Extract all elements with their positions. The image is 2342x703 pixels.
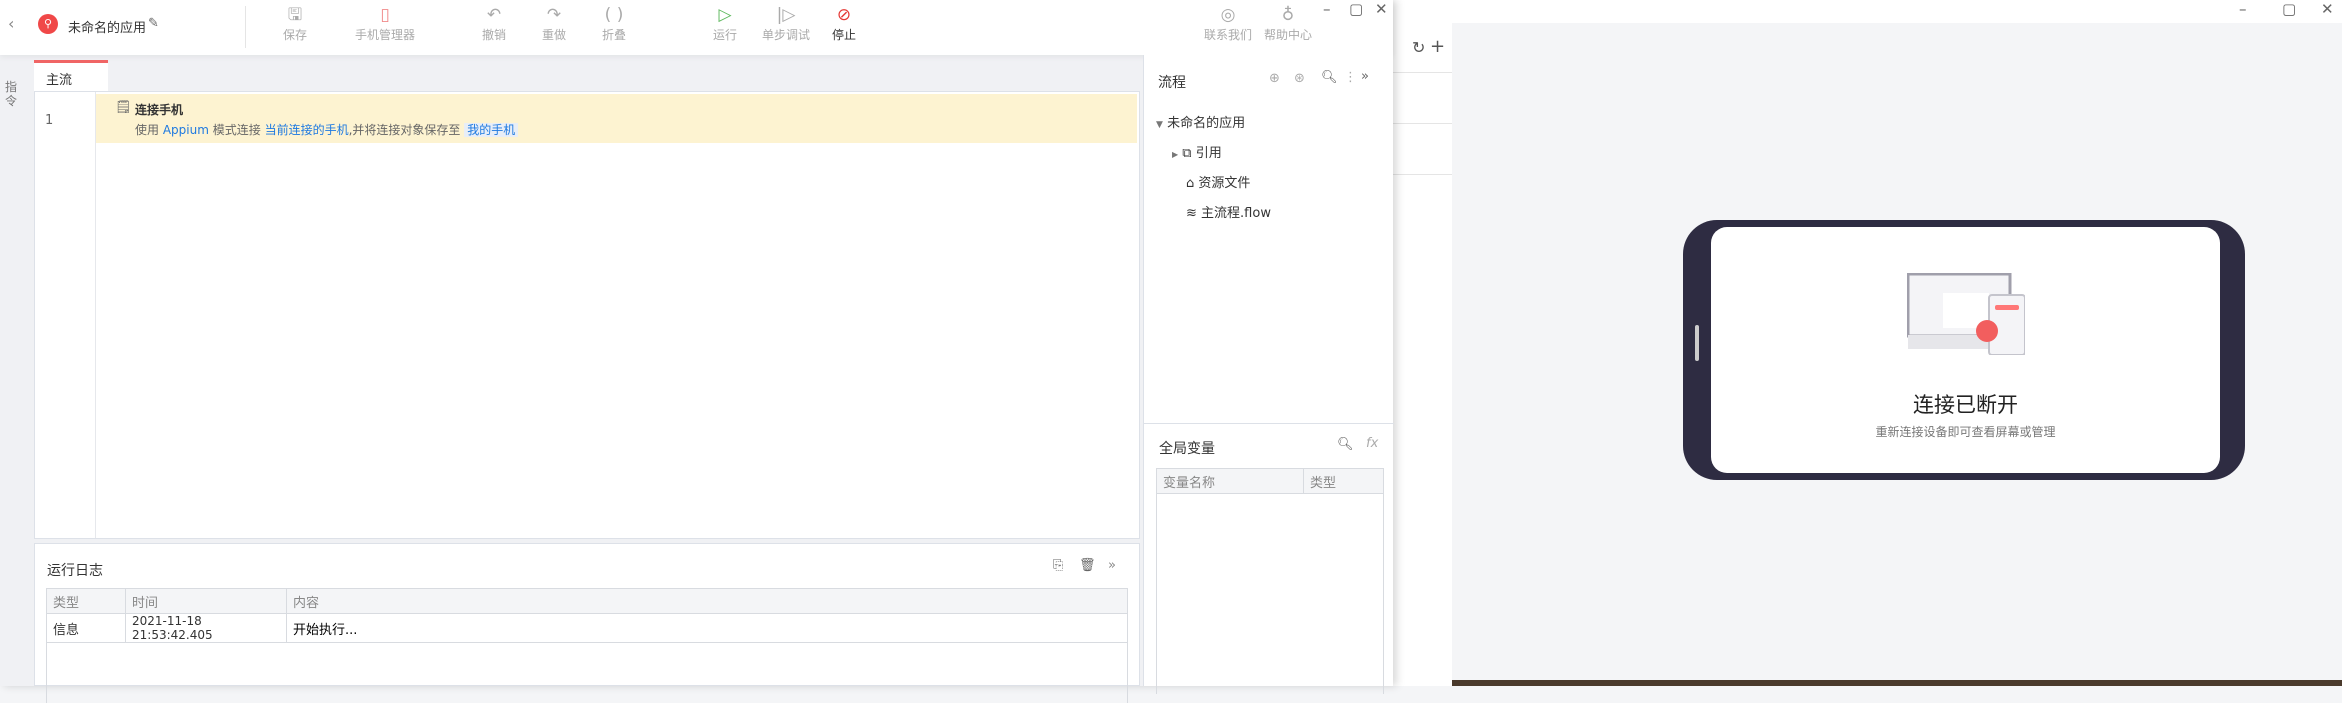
step-debug-icon: |▷ bbox=[776, 5, 796, 25]
step-debug-button[interactable]: |▷ 单步调试 bbox=[762, 4, 810, 43]
stop-button[interactable]: ⊘ 停止 bbox=[832, 4, 856, 43]
resource-icon: ⌂ bbox=[1186, 176, 1195, 191]
log-title: 运行日志 bbox=[47, 563, 103, 579]
maximize-icon[interactable]: ▢ bbox=[1349, 0, 1363, 18]
disconnected-illustration-icon bbox=[1907, 273, 2025, 355]
contact-icon: ◎ bbox=[1220, 5, 1236, 25]
fold-button[interactable]: ( ) 折叠 bbox=[602, 4, 626, 43]
tree-root[interactable]: ▼ 未命名的应用 bbox=[1156, 112, 1245, 131]
undo-icon: ↶ bbox=[486, 5, 502, 25]
globals-title: 全局变量 bbox=[1159, 441, 1215, 457]
app-logo-icon: ⚲ bbox=[38, 14, 58, 34]
editor-window: ‹ ⚲ 未命名的应用 ✎ 🖫 保存 ▯ 手机管理器 ↶ 撤销 ↷ 重做 ( ) 折叠 ▷ 运… bbox=[0, 0, 1394, 703]
block-icon: 🗒 bbox=[115, 100, 132, 115]
tab-main-flow[interactable]: 主流程.flow ✕ bbox=[34, 60, 108, 122]
app-title: 未命名的应用 bbox=[68, 21, 147, 36]
add-flow-icon[interactable]: ⊕ bbox=[1269, 71, 1280, 86]
divider bbox=[245, 6, 246, 48]
add-icon[interactable]: + bbox=[1430, 36, 1445, 57]
stop-icon: ⊘ bbox=[836, 5, 852, 25]
fold-icon: ( ) bbox=[604, 5, 624, 25]
sidebar-commands[interactable]: 指令 bbox=[5, 80, 19, 108]
help-button[interactable]: ♁ 帮助中心 bbox=[1264, 4, 1312, 43]
my-phone-var[interactable]: 我的手机 bbox=[464, 123, 519, 137]
minimize-icon[interactable]: – bbox=[2239, 0, 2247, 18]
collapse-panel-icon[interactable]: » bbox=[1361, 69, 1369, 84]
search-variables-icon[interactable]: 🔍︎ bbox=[1337, 437, 1354, 452]
phone-manager-icon: ▯ bbox=[380, 5, 390, 25]
save-button[interactable]: 🖫 保存 bbox=[283, 4, 307, 43]
run-icon: ▷ bbox=[718, 5, 732, 25]
divider bbox=[1144, 423, 1394, 424]
current-phone-link[interactable]: 当前连接的手机 bbox=[265, 123, 349, 137]
reference-icon: ⧉ bbox=[1182, 146, 1192, 161]
phone-manager-button[interactable]: ▯ 手机管理器 bbox=[355, 4, 415, 43]
more-icon[interactable]: ⋮ bbox=[1344, 70, 1357, 85]
device-view: 连接已断开 重新连接设备即可查看屏幕或管理 bbox=[1452, 23, 2342, 680]
back-icon[interactable]: ‹ bbox=[8, 14, 14, 33]
redo-icon: ↷ bbox=[546, 5, 562, 25]
phone-screen: 连接已断开 重新连接设备即可查看屏幕或管理 bbox=[1711, 227, 2220, 473]
search-icon[interactable]: 🔍︎ bbox=[1321, 70, 1338, 85]
help-icon: ♁ bbox=[1281, 5, 1295, 25]
flow-block-connect-phone[interactable]: 🗒 连接手机 使用 Appium 模式连接 当前连接的手机,并将连接对象保存至 … bbox=[96, 94, 1137, 143]
log-table: 类型 时间 内容 信息 2021-11-18 21:53:42.405 开始执行... bbox=[46, 588, 1128, 703]
contact-button[interactable]: ◎ 联系我们 bbox=[1204, 4, 1252, 43]
add-variable-icon[interactable]: fx bbox=[1366, 436, 1378, 451]
tree-item-references[interactable]: ▶ ⧉ 引用 bbox=[1172, 142, 1222, 161]
close-icon[interactable]: ✕ bbox=[2321, 0, 2334, 18]
redo-button[interactable]: ↷ 重做 bbox=[542, 4, 566, 43]
disconnected-subtitle: 重新连接设备即可查看屏幕或管理 bbox=[1875, 425, 2056, 439]
add-python-icon[interactable]: ⊛ bbox=[1294, 71, 1305, 86]
refresh-icon[interactable]: ↻ bbox=[1412, 38, 1425, 57]
close-icon[interactable]: ✕ bbox=[1375, 0, 1388, 18]
run-log-panel: 运行日志 ⎘ 🗑 » 类型 时间 内容 信息 2021-11-18 21:53:42.… bbox=[34, 543, 1140, 703]
layers-icon: ≋ bbox=[1186, 206, 1197, 221]
delete-log-icon[interactable]: 🗑 bbox=[1079, 558, 1096, 573]
device-window: – ▢ ✕ ↻ + 连接已断开 重新连接设备即可查看屏幕或管理 bbox=[1393, 0, 2342, 686]
collapse-icon[interactable]: » bbox=[1108, 558, 1116, 573]
phone-button bbox=[1695, 325, 1699, 361]
run-button[interactable]: ▷ 运行 bbox=[713, 4, 737, 43]
tree-item-main-flow[interactable]: ≋ 主流程.flow bbox=[1186, 202, 1271, 221]
edit-title-icon[interactable]: ✎ bbox=[148, 16, 159, 31]
tree-item-resources[interactable]: ⌂ 资源文件 bbox=[1186, 172, 1250, 191]
table-row[interactable]: 信息 2021-11-18 21:53:42.405 开始执行... bbox=[46, 613, 1128, 643]
flow-editor[interactable]: 1 🗒 连接手机 使用 Appium 模式连接 当前连接的手机,并将连接对象保存… bbox=[34, 91, 1140, 539]
undo-button[interactable]: ↶ 撤销 bbox=[482, 4, 506, 43]
variables-table: 变量名称 类型 bbox=[1156, 468, 1384, 694]
save-icon: 🖫 bbox=[287, 5, 303, 25]
flow-panel: 流程 ⊕ ⊛ 🔍︎ ⋮ » ▼ 未命名的应用 ▶ ⧉ 引用 ⌂ 资源文件 ≋ 主… bbox=[1143, 55, 1394, 694]
disconnected-title: 连接已断开 bbox=[1913, 393, 2018, 417]
minimize-icon[interactable]: – bbox=[1323, 0, 1331, 18]
toolbar: ‹ ⚲ 未命名的应用 ✎ 🖫 保存 ▯ 手机管理器 ↶ 撤销 ↷ 重做 ( ) 折叠 ▷ 运… bbox=[0, 0, 1393, 55]
export-log-icon[interactable]: ⎘ bbox=[1053, 558, 1063, 573]
phone-frame: 连接已断开 重新连接设备即可查看屏幕或管理 bbox=[1683, 220, 2245, 480]
maximize-icon[interactable]: ▢ bbox=[2282, 0, 2296, 18]
line-gutter: 1 bbox=[35, 92, 96, 538]
